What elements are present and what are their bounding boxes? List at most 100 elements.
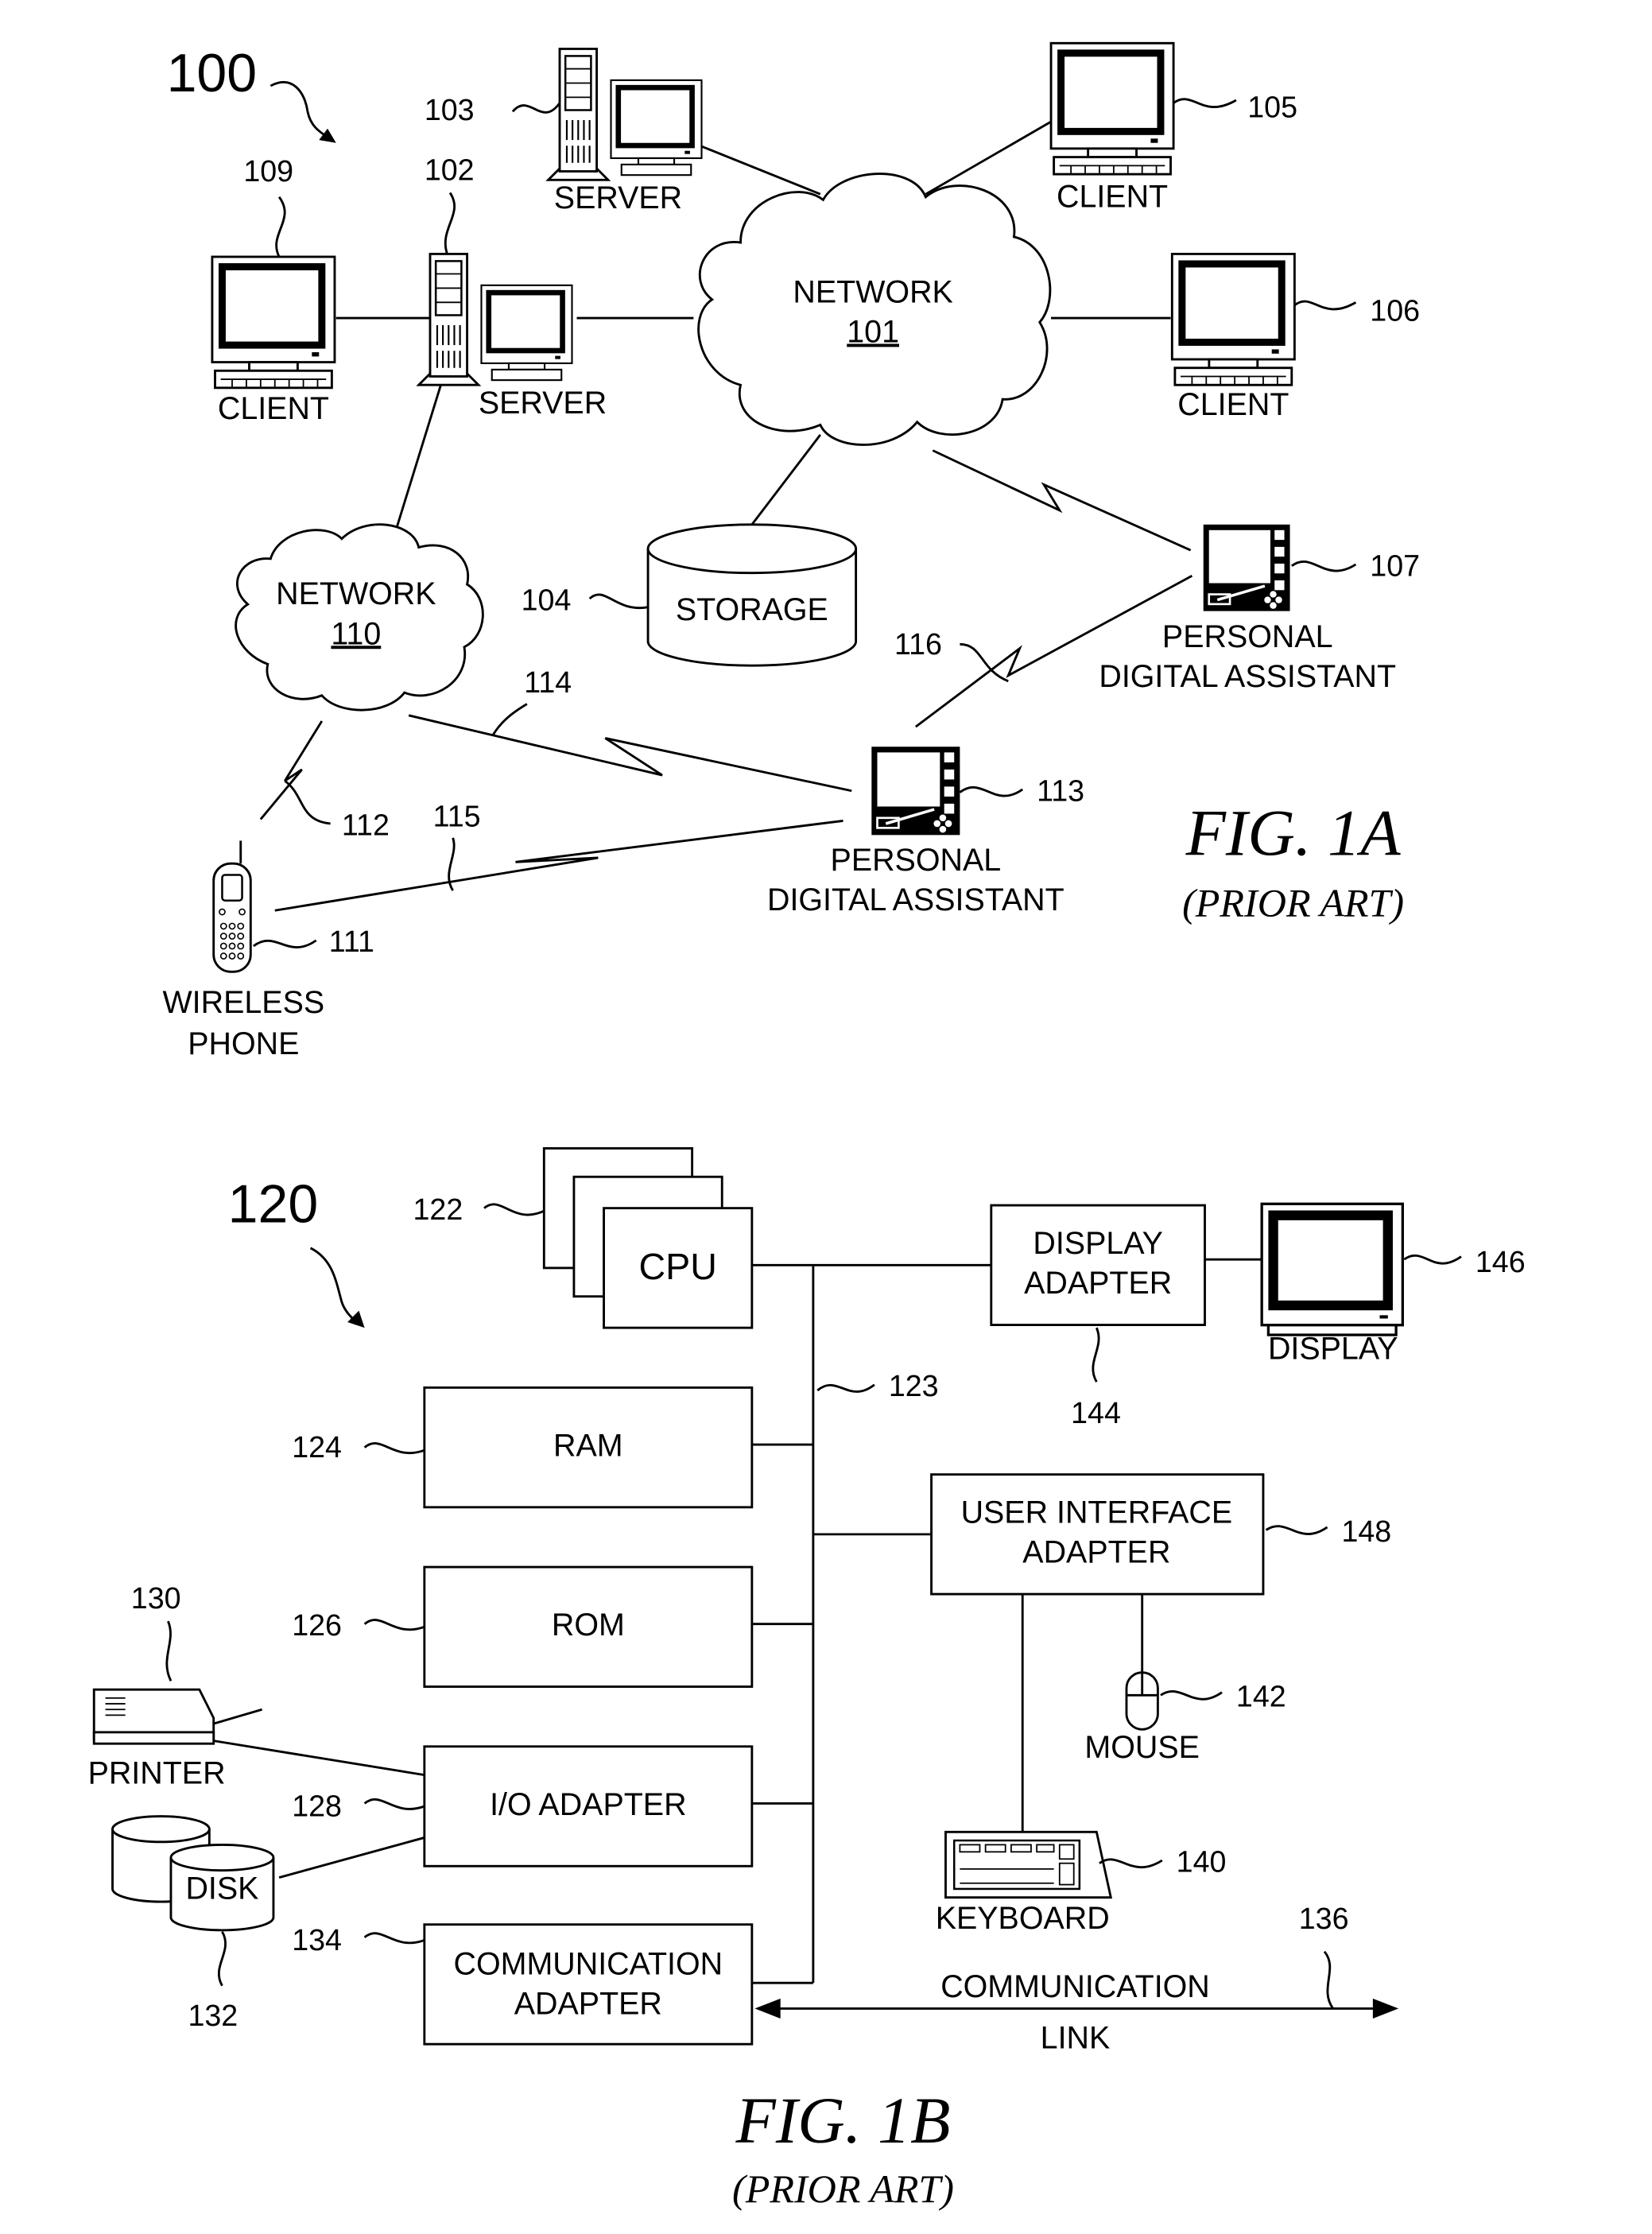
printer-label: PRINTER [88,1755,226,1790]
ref-arrow-100 [270,81,328,138]
mouse-142: MOUSE 142 [1084,1671,1286,1765]
figure-1a-title: FIG. 1A [1185,797,1402,869]
phone-label-line1: WIRELESS [162,985,324,1020]
pda-icon [870,745,962,837]
ui-adapter-ref: 148 [1341,1515,1391,1548]
wireless-link-114 [408,714,852,793]
client-106-label: CLIENT [1177,387,1289,422]
pda-113-label-line1: PERSONAL [831,843,1002,878]
ui-adapter-148: USER INTERFACE ADAPTER 148 [930,1473,1391,1833]
pda-113-ref: 113 [1037,774,1084,807]
network-110-number: 110 [331,616,381,651]
phone-ref: 111 [329,925,374,958]
io-adapter-128: I/O ADAPTER 128 [213,1739,754,1879]
wireless-link-101-107 [932,449,1192,552]
link-112-ref: 112 [342,808,390,841]
client-105: CLIENT 105 [1051,43,1297,214]
server-103: SERVER 103 [425,48,702,215]
pda-107-ref: 107 [1370,549,1420,582]
network-101-number: 101 [847,314,899,349]
keyboard-label: KEYBOARD [936,1901,1110,1936]
comm-adapter-label-line2: ADAPTER [514,1987,662,2022]
comm-adapter-134: COMMUNICATION ADAPTER 134 [292,1923,754,2046]
io-adapter-label: I/O ADAPTER [490,1787,686,1822]
link-115-ref: 115 [433,800,481,833]
ram-ref: 124 [292,1430,342,1464]
server-icon [549,48,702,180]
storage-ref: 104 [522,583,572,616]
display-ref: 146 [1476,1245,1526,1278]
client-106-ref: 106 [1370,294,1420,328]
disk-ref: 132 [188,1999,238,2032]
client-106: CLIENT 106 [1172,254,1420,422]
display-146: DISPLAY 146 [1260,1202,1526,1367]
comm-link-label-line2: LINK [1041,2021,1111,2056]
pda-icon [1201,523,1292,613]
comm-adapter-label-line1: COMMUNICATION [454,1946,723,1981]
io-adapter-ref: 128 [292,1790,342,1823]
printer-130: PRINTER 130 [88,1581,263,1790]
mouse-ref: 142 [1236,1680,1286,1713]
ram-124: RAM 124 [292,1386,754,1509]
display-icon [1260,1202,1404,1336]
pda-107-label-line1: PERSONAL [1162,619,1333,654]
network-101-label: NETWORK [793,274,952,309]
pda-107-label-line2: DIGITAL ASSISTANT [1099,659,1396,694]
arrowhead-right-icon [1372,1998,1399,2019]
arrowhead-left-icon [754,1998,781,2019]
pda-113-label-line2: DIGITAL ASSISTANT [767,882,1064,917]
rom-ref: 126 [292,1608,342,1642]
phone-label-line2: PHONE [188,1026,299,1061]
link-114-ref: 114 [524,665,572,699]
figure-1b-subtitle: (PRIOR ART) [732,2166,954,2211]
comm-link-ref: 136 [1299,1902,1349,1935]
keyboard-icon [944,1830,1113,1899]
display-adapter-144: DISPLAY ADAPTER 144 [990,1204,1262,1429]
figure-1a: 100 NETWORK 101 NETWORK 110 STORAGE 104 … [162,43,1420,1061]
ui-adapter-label-line1: USER INTERFACE [961,1495,1233,1530]
pda-107: PERSONAL DIGITAL ASSISTANT 107 [1099,523,1420,694]
wireless-link-112 [259,720,324,820]
storage-104: STORAGE 104 [522,523,858,667]
cpu-122: CPU 122 [413,1146,754,1329]
patent-figure-sheet: 100 NETWORK 101 NETWORK 110 STORAGE 104 … [88,0,1526,2211]
display-adapter-ref: 144 [1071,1396,1121,1429]
display-adapter-label-line1: DISPLAY [1033,1226,1163,1261]
ui-adapter-label-line2: ADAPTER [1022,1535,1170,1570]
client-109-ref: 109 [243,154,293,188]
storage-label: STORAGE [676,592,828,627]
disk-132: DISK 132 [111,1815,275,2032]
figure-1b-title: FIG. 1B [735,2085,951,2157]
cpu-ref: 122 [413,1193,463,1226]
display-label: DISPLAY [1268,1332,1398,1367]
phone-icon [212,840,252,973]
server-103-ref: 103 [425,93,475,126]
figure-1b-ref: 120 [228,1174,319,1235]
client-icon [212,257,335,388]
link-116-ref: 116 [894,627,942,661]
server-icon [419,254,572,385]
client-109-label: CLIENT [218,391,329,426]
disk-label: DISK [185,1871,258,1906]
comm-adapter-ref: 134 [292,1923,342,1957]
arrowhead-icon [347,1310,365,1328]
client-109: CLIENT 109 [212,154,335,426]
figure-1a-subtitle: (PRIOR ART) [1182,880,1404,925]
rom-126: ROM 126 [292,1565,754,1688]
pda-113: PERSONAL DIGITAL ASSISTANT 113 [767,745,1084,917]
bus-ref: 123 [889,1369,939,1402]
figure-1a-ref: 100 [167,43,258,103]
cpu-label: CPU [639,1246,717,1287]
keyboard-ref: 140 [1177,1844,1227,1878]
client-icon [1051,43,1173,174]
wireless-link-116 [914,575,1193,728]
network-101-cloud: NETWORK 101 [697,173,1052,446]
network-110-cloud: NETWORK 110 [235,523,484,712]
figure-1b: 120 123 CPU 122 RAM 124 ROM 126 I/O ADAP… [88,1146,1526,2211]
keyboard-140: KEYBOARD 140 [936,1830,1227,1936]
client-105-label: CLIENT [1057,179,1168,214]
server-102-ref: 102 [425,153,475,186]
network-110-label: NETWORK [276,576,436,611]
comm-link-label-line1: COMMUNICATION [940,1969,1210,2004]
printer-icon [92,1688,263,1745]
